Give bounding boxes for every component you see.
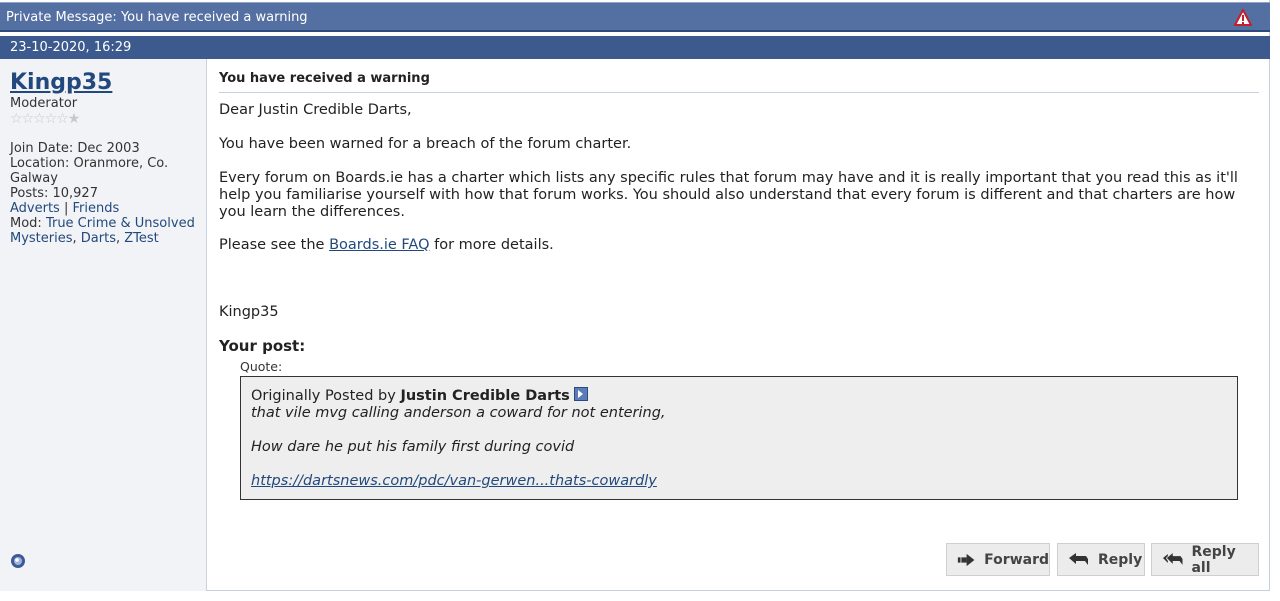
location-line-2: Galway	[10, 171, 58, 186]
quote-author: Justin Credible Darts	[400, 388, 570, 404]
faq-link[interactable]: Boards.ie FAQ	[329, 237, 429, 253]
quote-line-1: that vile mvg calling anderson a coward …	[251, 405, 666, 421]
reputation-stars: ☆☆☆☆☆★	[10, 111, 80, 127]
adverts-link[interactable]: Adverts	[10, 201, 60, 216]
online-status-icon	[11, 554, 25, 568]
quote-line-2: How dare he put his family first during …	[251, 439, 575, 455]
reply-button[interactable]: Reply	[1057, 543, 1145, 576]
sender-info: Join Date: Dec 2003 Location: Oranmore, …	[10, 141, 200, 246]
forward-arrow-icon	[957, 553, 975, 566]
mod-forum-ztest-link[interactable]: ZTest	[124, 231, 159, 246]
your-post-heading: Your post:	[219, 337, 306, 355]
private-message-panel: Private Message: You have received a war…	[0, 0, 1270, 591]
user-links: Adverts | Friends	[10, 201, 200, 216]
mod-forums-line-1: Mod: True Crime & Unsolved	[10, 216, 200, 231]
message-greeting: Dear Justin Credible Darts,	[219, 102, 412, 118]
sender-username-link[interactable]: Kingp35	[10, 70, 112, 95]
quote-originally-prefix: Originally Posted by	[251, 388, 401, 404]
friends-link[interactable]: Friends	[72, 201, 119, 216]
reply-arrow-icon	[1069, 552, 1088, 565]
location-line-1: Location: Oranmore, Co.	[10, 156, 169, 171]
mod-forums-line-2: Mysteries, Darts, ZTest	[10, 231, 200, 246]
sender-usertitle: Moderator	[10, 96, 78, 111]
quote-label: Quote:	[240, 359, 283, 374]
comma-2: ,	[115, 231, 125, 246]
warning-icon	[1234, 9, 1252, 26]
message-content: You have received a warning Dear Justin …	[207, 59, 1269, 591]
post-count: Posts: 10,927	[10, 186, 98, 201]
faq-suffix: for more details.	[429, 237, 554, 253]
faq-prefix: Please see the	[219, 237, 330, 253]
forward-button[interactable]: Forward	[946, 543, 1050, 576]
mod-forum-true-crime-link[interactable]: True Crime & Unsolved	[46, 216, 195, 231]
message-paragraph-2: Every forum on Boards.ie has a charter w…	[219, 170, 1238, 220]
quote-link[interactable]: https://dartsnews.com/pdc/van-gerwen...t…	[251, 473, 657, 489]
message-date-bar: 23-10-2020, 16:29	[0, 36, 1270, 59]
reply-all-arrow-icon	[1162, 552, 1183, 565]
window-title: Private Message: You have received a war…	[6, 10, 308, 25]
comma-1: ,	[72, 231, 81, 246]
quote-box: Originally Posted by Justin Credible Dar…	[240, 376, 1238, 500]
mod-prefix: Mod:	[10, 216, 46, 231]
join-date: Join Date: Dec 2003	[10, 141, 140, 156]
quote-header: Originally Posted by Justin Credible Dar…	[251, 387, 588, 404]
reply-all-button[interactable]: Reply all	[1151, 543, 1259, 576]
quote-link-line: https://dartsnews.com/pdc/van-gerwen...t…	[251, 473, 657, 489]
sender-sidebar: Kingp35 Moderator ☆☆☆☆☆★ Join Date: Dec …	[0, 59, 207, 591]
reply-label: Reply	[1098, 551, 1143, 568]
mod-forum-darts-link[interactable]: Darts	[81, 231, 116, 246]
mod-forum-true-crime-link-cont[interactable]: Mysteries	[10, 231, 73, 246]
message-subject: You have received a warning	[219, 71, 1259, 93]
message-signature: Kingp35	[219, 304, 279, 320]
view-post-arrow-icon[interactable]	[573, 387, 588, 401]
reply-all-label: Reply all	[1191, 543, 1236, 576]
message-paragraph-1: You have been warned for a breach of the…	[219, 136, 632, 152]
window-title-bar: Private Message: You have received a war…	[0, 2, 1270, 32]
message-date: 23-10-2020, 16:29	[10, 40, 132, 55]
forward-label: Forward	[984, 551, 1049, 568]
link-separator: |	[59, 201, 73, 216]
message-paragraph-3: Please see the Boards.ie FAQ for more de…	[219, 237, 1263, 254]
